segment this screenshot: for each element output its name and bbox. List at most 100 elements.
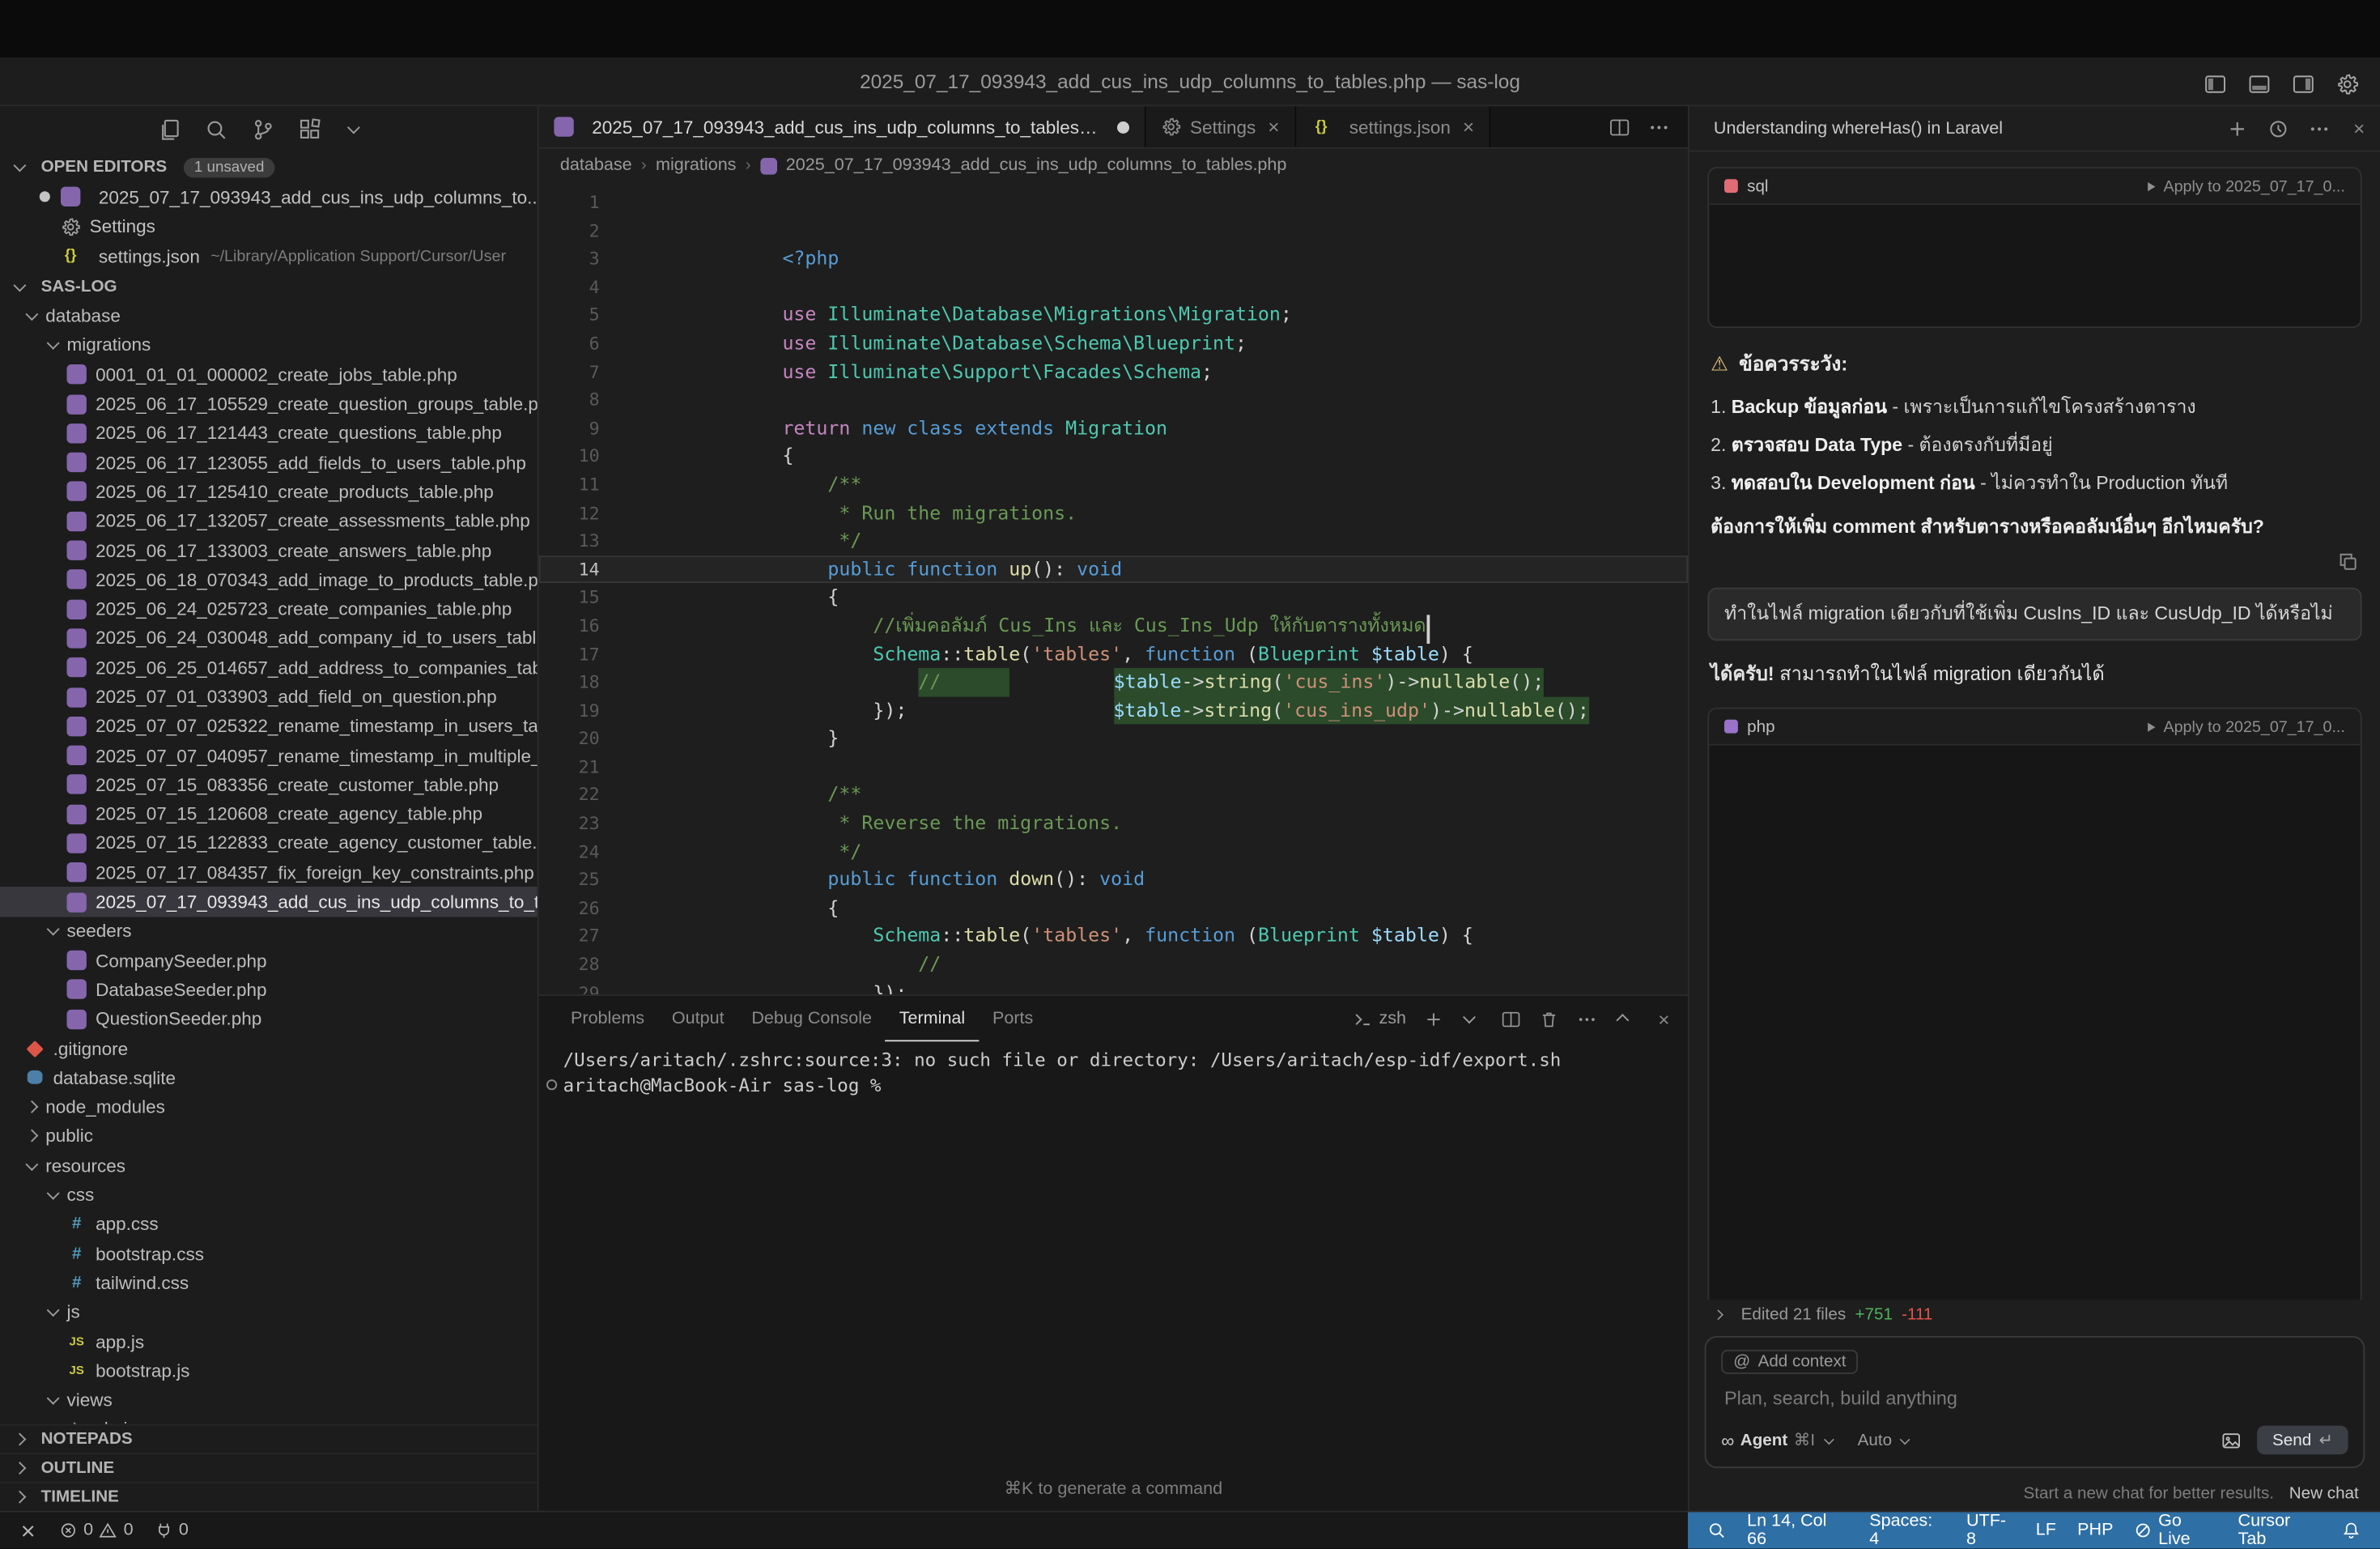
tree-item[interactable]: node_modules — [0, 1092, 538, 1121]
tree-item[interactable]: 2025_07_07_040957_rename_timestamp_in_mu… — [0, 741, 538, 770]
source-control-icon[interactable] — [252, 117, 274, 140]
copy-icon[interactable] — [2338, 551, 2359, 572]
toggle-sidebar-right-icon[interactable] — [2292, 72, 2314, 95]
open-editor-item-migration[interactable]: 2025_07_17_093943_add_cus_ins_udp_column… — [0, 182, 538, 212]
tree-item[interactable]: DatabaseSeeder.php — [0, 975, 538, 1004]
tree-item[interactable]: bootstrap.js — [0, 1356, 538, 1385]
tree-item[interactable]: 2025_06_24_025723_create_companies_table… — [0, 594, 538, 623]
model-selector[interactable]: Auto — [1858, 1431, 1919, 1449]
tree-item[interactable]: .gitignore — [0, 1034, 538, 1063]
tree-item[interactable]: 2025_07_01_033903_add_field_on_question.… — [0, 683, 538, 712]
tree-item[interactable]: tailwind.css — [0, 1268, 538, 1297]
tree-item[interactable]: app.js — [0, 1327, 538, 1356]
tree-item[interactable]: CompanySeeder.php — [0, 946, 538, 975]
cursor-tab-toggle[interactable]: Cursor Tab — [2227, 1513, 2331, 1549]
new-terminal-icon[interactable] — [1425, 1009, 1444, 1028]
chat-input-placeholder[interactable]: Plan, search, build anything — [1724, 1388, 2345, 1409]
new-chat-icon[interactable] — [2227, 117, 2248, 138]
chevron-down-icon[interactable] — [1462, 1011, 1477, 1027]
tree-item[interactable]: 2025_06_25_014657_add_address_to_compani… — [0, 653, 538, 682]
history-icon[interactable] — [2268, 117, 2289, 138]
tree-item[interactable]: database.sqlite — [0, 1063, 538, 1092]
code-editor[interactable]: 1 <?php 2 3 — [539, 182, 1688, 994]
add-context-button[interactable]: @ Add context — [1721, 1350, 1858, 1374]
apply-button[interactable]: Apply to 2025_07_17_0... — [2148, 718, 2345, 737]
tab-settings[interactable]: Settings — [1146, 106, 1297, 147]
code-line[interactable]: 20 /** — [539, 725, 1688, 753]
agent-mode-selector[interactable]: Agent ⌘I — [1721, 1429, 1842, 1450]
more-actions-icon[interactable] — [1578, 1009, 1597, 1028]
code-line[interactable]: 10 * Run the migrations. — [539, 442, 1688, 470]
tree-item[interactable]: 2025_06_17_125410_create_products_table.… — [0, 477, 538, 506]
explorer-icon[interactable] — [158, 117, 181, 140]
panel-tab[interactable]: Output — [658, 996, 737, 1041]
tree-item[interactable]: public — [0, 1121, 538, 1151]
tab-migration-file[interactable]: 2025_07_17_093943_add_cus_ins_udp_column… — [539, 106, 1146, 147]
code-line[interactable]: 12 public function up(): void — [539, 499, 1688, 527]
tree-item[interactable]: resources — [0, 1151, 538, 1180]
panel-tab[interactable]: Debug Console — [737, 996, 885, 1041]
settings-gear-icon[interactable] — [2336, 72, 2359, 95]
sidebar-section-header[interactable]: OUTLINE — [0, 1453, 538, 1482]
code-line[interactable]: 11 */ — [539, 470, 1688, 499]
code-line[interactable]: 4 use Illuminate\Database\Schema\Bluepri… — [539, 273, 1688, 301]
shell-selector[interactable]: zsh — [1352, 1009, 1406, 1028]
chat-tab-title[interactable]: Understanding whereHas() in Laravel — [1705, 119, 2012, 138]
tree-item[interactable]: 2025_07_15_122833_create_agency_customer… — [0, 828, 538, 857]
toggle-panel-icon[interactable] — [2248, 72, 2271, 95]
panel-tab[interactable]: Problems — [557, 996, 658, 1041]
code-line[interactable]: 8 { — [539, 386, 1688, 415]
code-line[interactable]: 15 Schema::table('tables', function (Blu… — [539, 584, 1688, 612]
code-line[interactable]: 25 Schema::table('tables', function (Blu… — [539, 866, 1688, 894]
code-line[interactable]: 5 use Illuminate\Support\Facades\Schema; — [539, 301, 1688, 330]
code-line[interactable]: 2 — [539, 216, 1688, 245]
eol-sequence[interactable]: LF — [2025, 1513, 2067, 1549]
send-button[interactable]: Send ↵ — [2257, 1426, 2348, 1455]
tree-item[interactable]: 2025_06_17_105529_create_question_groups… — [0, 389, 538, 419]
apply-button[interactable]: Apply to 2025_07_17_0... — [2148, 177, 2345, 195]
open-editor-item-settings-json[interactable]: settings.json ~/Library/Application Supp… — [0, 241, 538, 271]
tree-item[interactable]: database — [0, 301, 538, 330]
tree-item[interactable]: 2025_07_15_083356_create_customer_table.… — [0, 770, 538, 799]
search-icon[interactable] — [1697, 1513, 1736, 1549]
cursor-position[interactable]: Ln 14, Col 66 — [1736, 1513, 1859, 1549]
tree-item[interactable]: 2025_07_07_025322_rename_timestamp_in_us… — [0, 712, 538, 741]
tree-item[interactable]: bootstrap.css — [0, 1239, 538, 1268]
code-line[interactable]: 14 //เพิ่มคอลัมภ์ Cus_Ins และ Cus_Ins_Ud… — [539, 555, 1688, 584]
more-actions-icon[interactable] — [1648, 116, 1669, 137]
tree-item[interactable]: js — [0, 1297, 538, 1326]
indentation[interactable]: Spaces: 4 — [1859, 1513, 1956, 1549]
chat-messages[interactable]: sql Apply to 2025_07_17_0... ALTER TABLE… — [1689, 152, 2380, 1300]
attach-image-icon[interactable] — [2221, 1429, 2242, 1450]
split-editor-icon[interactable] — [1609, 116, 1630, 137]
project-root-header[interactable]: SAS-LOG — [0, 271, 538, 302]
edited-files-summary[interactable]: Edited 21 files +751 -111 — [1689, 1300, 2380, 1330]
code-line[interactable]: 24 { — [539, 837, 1688, 866]
terminal[interactable]: /Users/aritach/.zshrc:source:3: no such … — [539, 1041, 1688, 1510]
code-line[interactable]: 7 return new class extends Migration — [539, 358, 1688, 386]
tree-item[interactable]: 2025_06_17_133003_create_answers_table.p… — [0, 536, 538, 565]
tree-item[interactable]: 2025_06_18_070343_add_image_to_products_… — [0, 565, 538, 594]
notifications-bell-icon[interactable] — [2331, 1513, 2371, 1549]
close-panel-icon[interactable] — [1658, 1007, 1669, 1030]
more-actions-icon[interactable] — [2310, 117, 2331, 138]
tree-item[interactable]: 2025_06_17_121443_create_questions_table… — [0, 419, 538, 448]
code-line[interactable]: 28 } — [539, 951, 1688, 979]
tree-item[interactable]: 2025_07_17_093943_add_cus_ins_udp_column… — [0, 887, 538, 917]
code-line[interactable]: 17 });$table->string('cus_ins_udp')->nul… — [539, 640, 1688, 668]
code-line[interactable]: 21 * Reverse the migrations. — [539, 753, 1688, 781]
breadcrumb-folder[interactable]: database — [560, 156, 632, 175]
code-line[interactable]: 26 // — [539, 894, 1688, 922]
code-line[interactable]: 22 */ — [539, 781, 1688, 810]
breadcrumb-file[interactable]: 2025_07_17_093943_add_cus_ins_udp_column… — [786, 156, 1287, 175]
language-mode[interactable]: PHP — [2067, 1513, 2124, 1549]
split-terminal-icon[interactable] — [1502, 1009, 1521, 1028]
open-editors-header[interactable]: OPEN EDITORS 1 unsaved — [0, 152, 538, 183]
search-icon[interactable] — [205, 117, 227, 140]
remote-indicator[interactable] — [9, 1513, 47, 1549]
close-icon[interactable] — [1268, 116, 1279, 138]
tree-item[interactable]: QuestionSeeder.php — [0, 1005, 538, 1034]
tree-item[interactable]: migrations — [0, 330, 538, 360]
code-line[interactable]: 1 <?php — [539, 189, 1688, 217]
close-icon[interactable] — [1463, 116, 1474, 138]
